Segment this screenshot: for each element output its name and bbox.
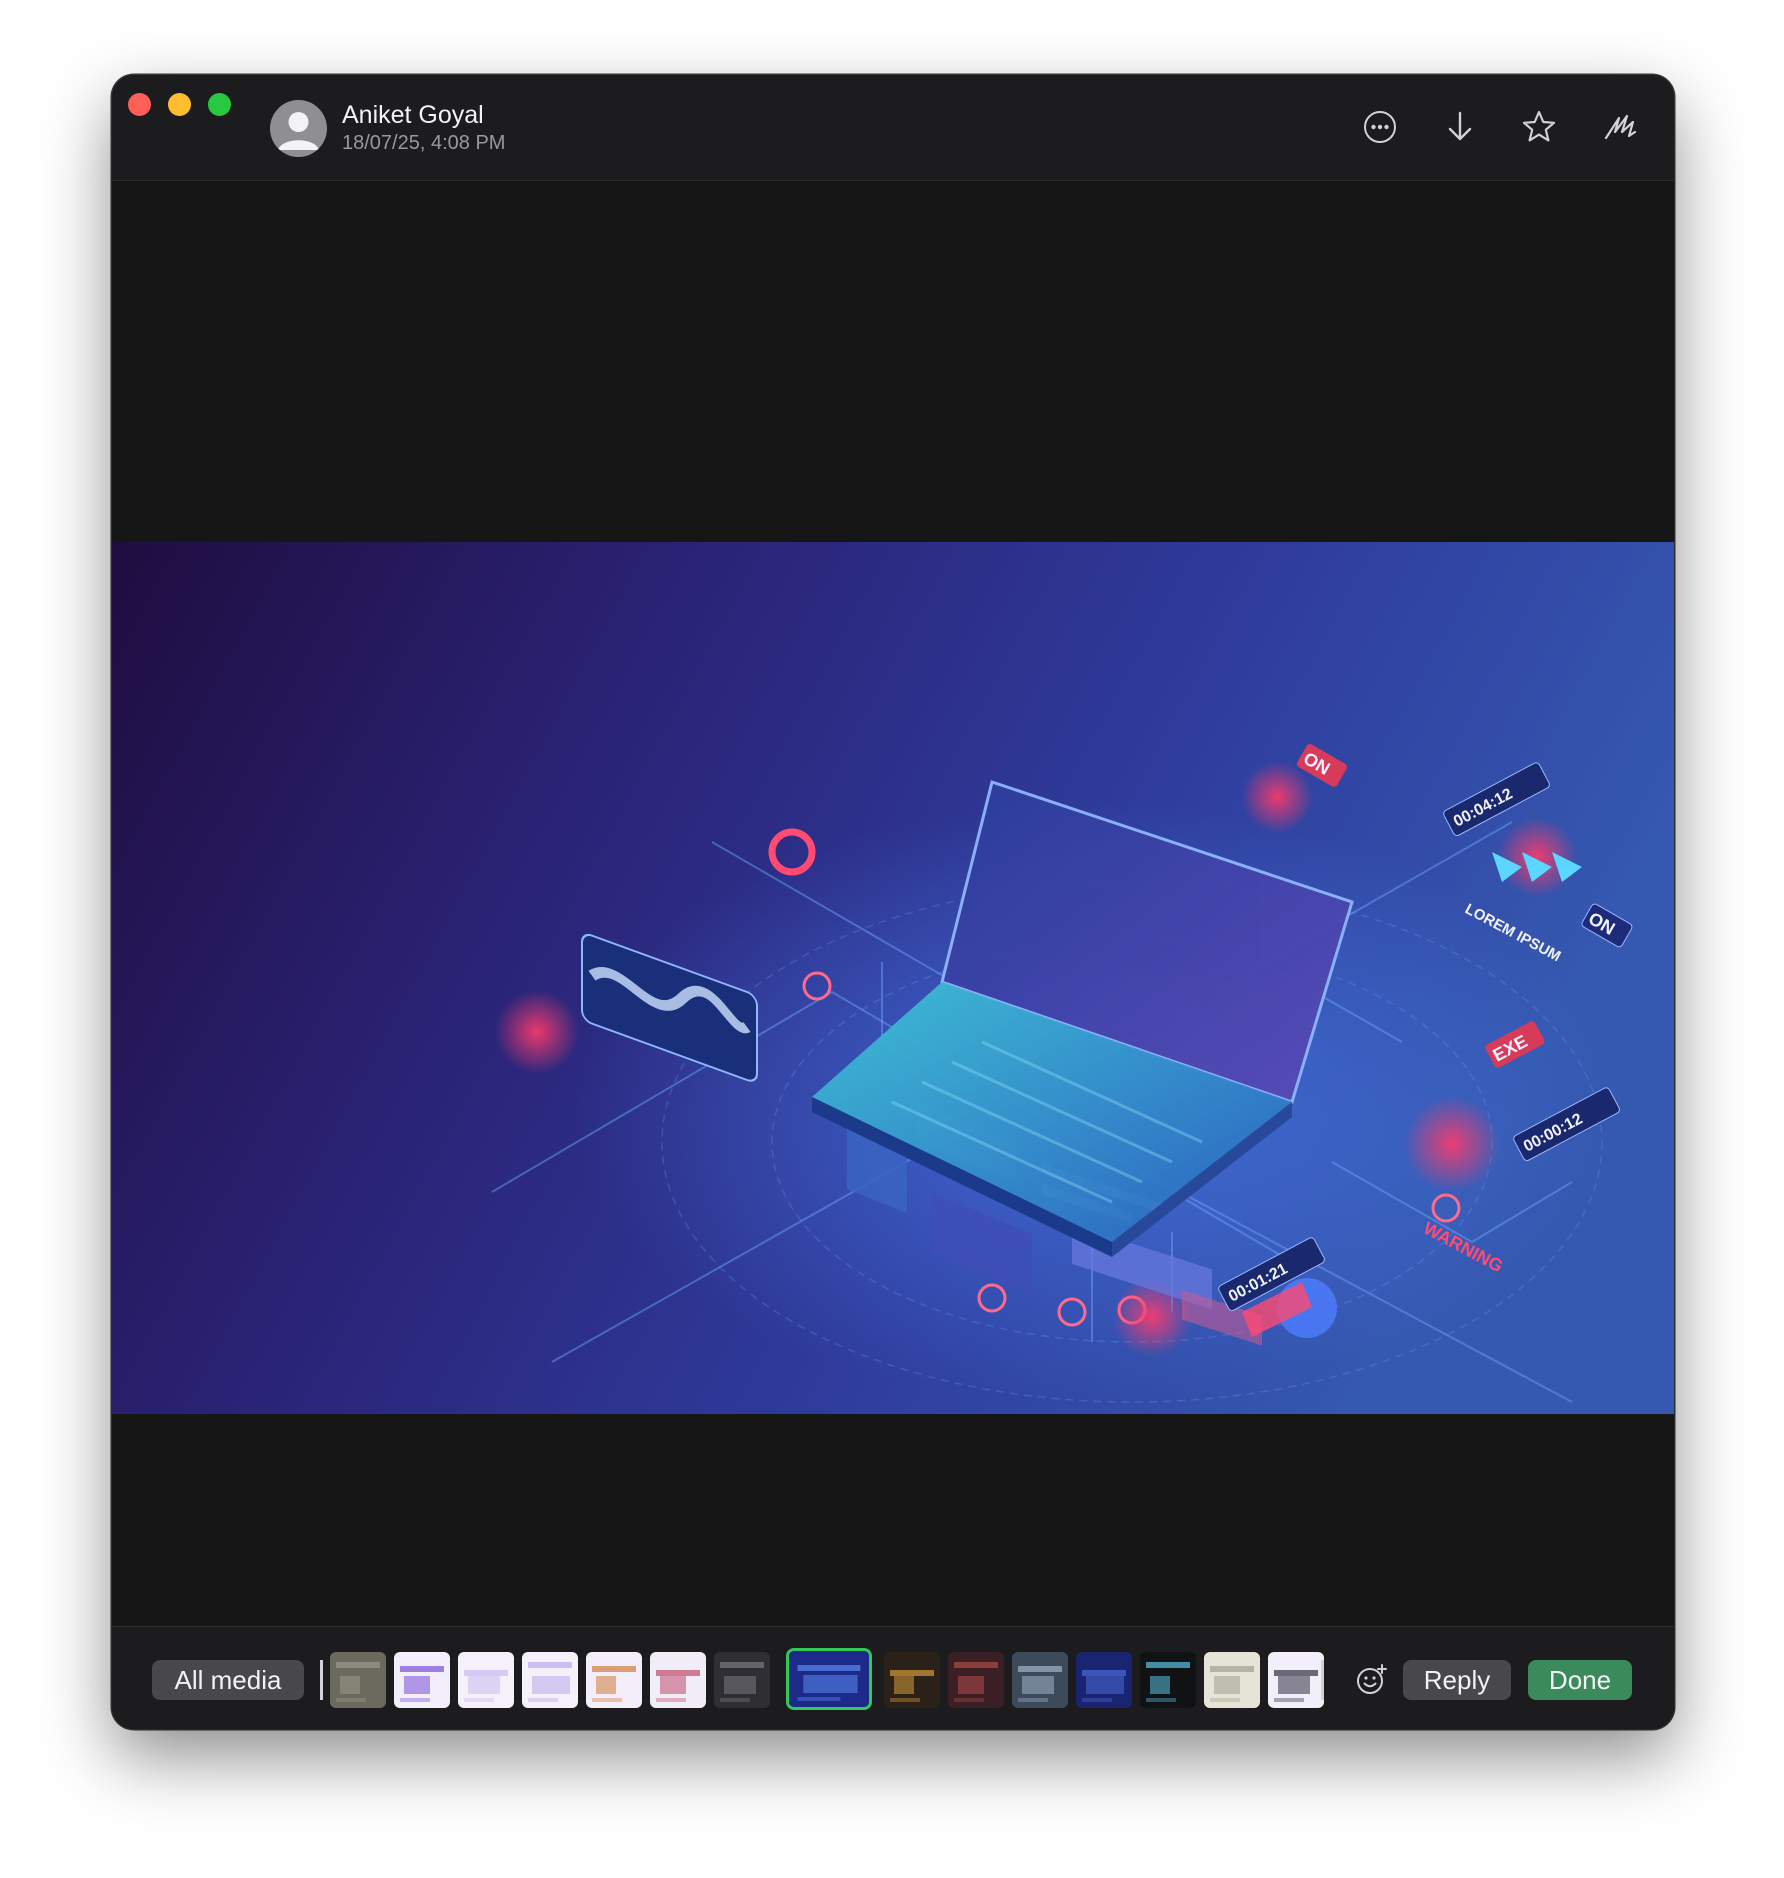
media-thumbnail[interactable] [948,1652,1004,1708]
download-icon [1448,111,1472,141]
reply-button[interactable]: Reply [1403,1660,1511,1700]
media-thumbnail[interactable] [586,1652,642,1708]
smiley-plus-icon [1357,1664,1387,1694]
media-viewer-window: Aniket Goyal 18/07/25, 4:08 PM ON ON 00:… [112,75,1674,1729]
more-options-button[interactable] [1358,105,1402,149]
media-thumbnail[interactable] [394,1652,450,1708]
markup-icon [1604,114,1637,140]
media-image: ON ON 00:04:12 LOREM IPSUM EXE 00:00:12 … [112,542,1674,1414]
more-icon [1364,111,1396,143]
media-thumbnail[interactable] [1204,1652,1260,1708]
media-thumbnail[interactable] [1012,1652,1068,1708]
thumbnail-strip-end-divider [1321,1660,1324,1700]
add-reaction-button[interactable] [1352,1661,1390,1699]
media-thumbnail[interactable] [714,1652,770,1708]
media-thumbnail[interactable] [1076,1652,1132,1708]
media-display-area: ON ON 00:04:12 LOREM IPSUM EXE 00:00:12 … [112,181,1674,1628]
message-timestamp: 18/07/25, 4:08 PM [342,132,506,154]
avatar[interactable] [270,100,327,157]
all-media-button[interactable]: All media [152,1660,304,1700]
media-thumbnail[interactable] [330,1652,386,1708]
media-thumbnail[interactable] [1140,1652,1196,1708]
media-thumbnail[interactable] [458,1652,514,1708]
star-icon [1522,110,1556,142]
isometric-laptop-illustration: ON ON 00:04:12 LOREM IPSUM EXE 00:00:12 … [112,542,1674,1414]
markup-button[interactable] [1598,105,1642,149]
media-thumbnail[interactable] [884,1652,940,1708]
bottom-bar: All media Reply Done [112,1626,1674,1729]
media-thumbnail[interactable] [786,1648,872,1710]
done-button[interactable]: Done [1528,1660,1632,1700]
thumbnail-strip-start-divider [320,1660,323,1700]
sender-name: Aniket Goyal [342,101,484,129]
media-thumbnail[interactable] [1268,1652,1324,1708]
title-bar: Aniket Goyal 18/07/25, 4:08 PM [112,75,1674,181]
download-button[interactable] [1438,105,1482,149]
media-thumbnail[interactable] [650,1652,706,1708]
person-icon [278,112,319,150]
media-thumbnail[interactable] [522,1652,578,1708]
star-button[interactable] [1517,105,1561,149]
close-window-button[interactable] [128,93,151,116]
minimize-window-button[interactable] [168,93,191,116]
zoom-window-button[interactable] [208,93,231,116]
